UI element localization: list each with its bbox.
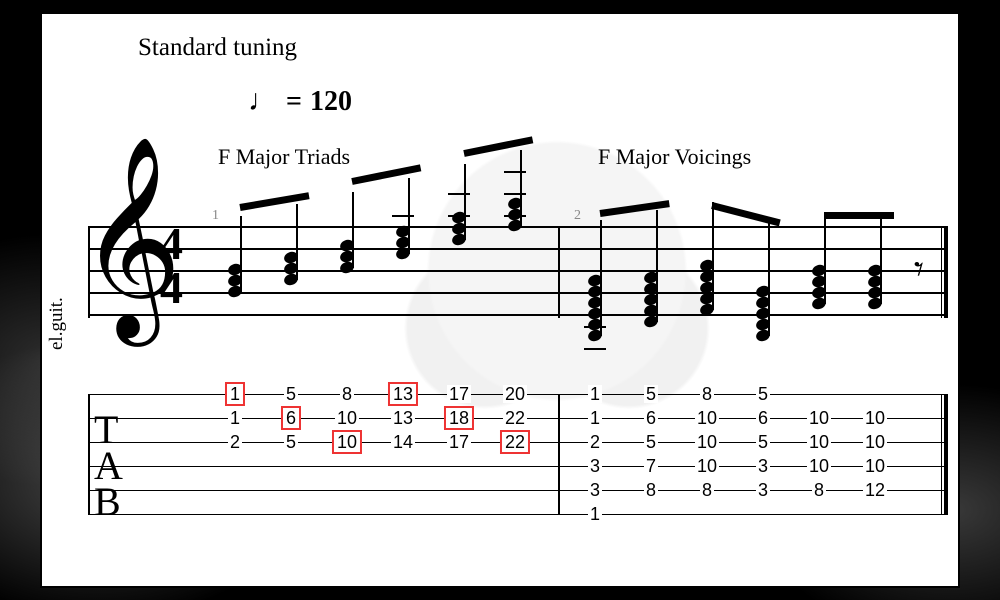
tab-fret: 8 <box>700 481 714 499</box>
tab-fret: 10 <box>695 433 719 451</box>
beam <box>711 202 781 226</box>
tab-fret: 2 <box>228 433 242 451</box>
beam <box>463 136 533 157</box>
beam <box>824 212 894 219</box>
tab-fret: 10 <box>863 433 887 451</box>
tab-fret: 8 <box>644 481 658 499</box>
tab-fret: 1 <box>588 505 602 523</box>
score-sheet: Standard tuning ♩ = 120 F Major Triads F… <box>40 12 960 588</box>
tab-fret: 6 <box>644 409 658 427</box>
tablature: T A B 1125658101013131417181720222211233… <box>88 394 948 514</box>
tab-fret: 13 <box>388 382 418 406</box>
tab-fret: 22 <box>500 430 530 454</box>
measure-number: 2 <box>574 208 581 224</box>
tab-fret: 3 <box>756 481 770 499</box>
tab-fret: 8 <box>812 481 826 499</box>
tab-fret: 1 <box>225 382 245 406</box>
tab-fret: 5 <box>756 433 770 451</box>
tab-fret: 5 <box>644 385 658 403</box>
tab-fret: 6 <box>756 409 770 427</box>
tab-fret: 17 <box>447 385 471 403</box>
tab-fret: 5 <box>756 385 770 403</box>
eighth-rest-icon: 𝄾 <box>914 248 924 292</box>
tempo-marking: ♩ = 120 <box>248 84 352 118</box>
tab-fret: 1 <box>228 409 242 427</box>
tab-fret: 8 <box>340 385 354 403</box>
tab-fret: 20 <box>503 385 527 403</box>
tab-fret: 12 <box>863 481 887 499</box>
tab-fret: 1 <box>588 385 602 403</box>
tab-fret: 14 <box>391 433 415 451</box>
tab-fret: 10 <box>695 409 719 427</box>
time-signature: 4 4 <box>160 222 183 309</box>
tab-fret: 5 <box>644 433 658 451</box>
tuning-label: Standard tuning <box>138 34 297 62</box>
tab-fret: 18 <box>444 406 474 430</box>
tab-fret: 10 <box>863 457 887 475</box>
tab-fret: 5 <box>284 385 298 403</box>
timesig-den: 4 <box>160 266 183 310</box>
section-voicings: F Major Voicings <box>598 144 751 170</box>
tab-fret: 10 <box>332 430 362 454</box>
tab-fret: 13 <box>391 409 415 427</box>
beam <box>351 164 421 185</box>
tempo-bpm: 120 <box>310 86 352 118</box>
tab-fret: 10 <box>695 457 719 475</box>
staff: 𝄞 4 4 1 2 𝄾 <box>88 226 948 316</box>
tab-fret: 6 <box>281 406 301 430</box>
tab-fret: 17 <box>447 433 471 451</box>
measure-number: 1 <box>212 208 219 224</box>
tab-fret: 10 <box>335 409 359 427</box>
tab-fret: 2 <box>588 433 602 451</box>
beam <box>600 200 670 217</box>
tab-fret: 22 <box>503 409 527 427</box>
tab-fret: 1 <box>588 409 602 427</box>
tab-letter-b: B <box>94 478 121 525</box>
timesig-num: 4 <box>160 222 183 266</box>
tab-fret: 3 <box>588 481 602 499</box>
tab-fret: 10 <box>807 409 831 427</box>
tab-fret: 10 <box>863 409 887 427</box>
tab-fret: 8 <box>700 385 714 403</box>
instrument-label: el.guit. <box>46 297 68 350</box>
tab-fret: 7 <box>644 457 658 475</box>
beam <box>239 192 309 211</box>
tempo-equals: = <box>286 86 302 118</box>
quarter-note-icon: ♩ <box>248 84 278 118</box>
tab-fret: 3 <box>756 457 770 475</box>
tab-fret: 10 <box>807 433 831 451</box>
tab-fret: 10 <box>807 457 831 475</box>
section-triads: F Major Triads <box>218 144 350 170</box>
tab-fret: 3 <box>588 457 602 475</box>
tab-fret: 5 <box>284 433 298 451</box>
